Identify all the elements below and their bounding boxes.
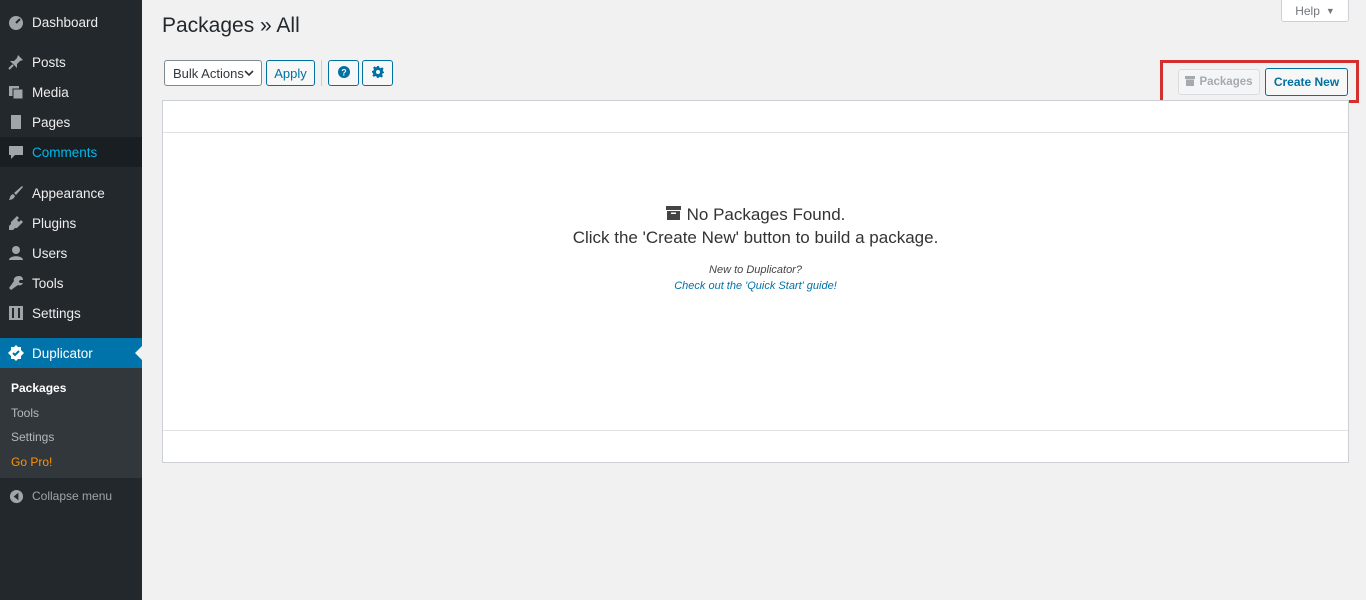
help-button[interactable]: ?: [328, 60, 359, 86]
submenu-item-go-pro[interactable]: Go Pro!: [11, 455, 52, 469]
sidebar-item-label: Plugins: [32, 215, 77, 231]
submenu-item-tools[interactable]: Tools: [11, 406, 39, 420]
empty-state-title: No Packages Found.: [163, 205, 1348, 225]
comment-icon: [0, 144, 32, 160]
sidebar-item-plugins[interactable]: Plugins: [0, 208, 142, 238]
sidebar-item-media[interactable]: Media: [0, 77, 142, 107]
sidebar-item-appearance[interactable]: Appearance: [0, 178, 142, 208]
sidebar-item-posts[interactable]: Posts: [0, 47, 142, 77]
sidebar-item-label: Dashboard: [32, 14, 99, 30]
empty-state-title-text: No Packages Found.: [686, 205, 846, 224]
gear-icon: [371, 65, 384, 81]
collapse-icon: [0, 489, 32, 504]
archive-icon: [665, 205, 681, 225]
user-icon: [0, 245, 32, 261]
help-tab[interactable]: Help ▼: [1281, 0, 1349, 22]
collapse-menu-button[interactable]: Collapse menu: [0, 486, 142, 506]
settings-button[interactable]: [362, 60, 393, 86]
bulk-actions-select[interactable]: Bulk Actions: [164, 60, 262, 86]
apply-label: Apply: [274, 65, 307, 81]
question-icon: ?: [337, 65, 350, 81]
create-new-button[interactable]: Create New: [1265, 68, 1348, 96]
packages-table: No Packages Found. Click the 'Create New…: [162, 100, 1349, 463]
toolbar-divider: [321, 60, 322, 86]
table-footer: [163, 430, 1348, 462]
sidebar-item-label: Settings: [32, 305, 81, 321]
page-icon: [0, 114, 32, 130]
chevron-down-icon: [243, 67, 255, 82]
submenu-item-packages[interactable]: Packages: [11, 381, 66, 395]
table-header: [163, 101, 1348, 133]
duplicator-submenu: Packages Tools Settings Go Pro!: [0, 368, 142, 478]
create-new-label: Create New: [1273, 75, 1340, 89]
brush-icon: [0, 185, 32, 201]
sidebar-item-tools[interactable]: Tools: [0, 268, 142, 298]
sidebar-item-comments[interactable]: Comments: [0, 137, 142, 167]
sidebar-item-label: Media: [32, 84, 69, 100]
admin-sidebar: Dashboard Posts Media Pages Comments App…: [0, 0, 142, 600]
quick-start-link[interactable]: Check out the 'Quick Start' guide!: [163, 280, 1348, 292]
sidebar-item-settings[interactable]: Settings: [0, 298, 142, 328]
apply-button[interactable]: Apply: [266, 60, 315, 86]
dashboard-icon: [0, 14, 32, 30]
duplicator-icon: [0, 345, 32, 361]
sidebar-item-duplicator[interactable]: Duplicator: [0, 338, 142, 368]
plugin-icon: [0, 215, 32, 231]
collapse-menu-label: Collapse menu: [32, 489, 113, 503]
packages-button[interactable]: Packages: [1178, 69, 1260, 95]
caret-down-icon: ▼: [1325, 5, 1335, 16]
sidebar-item-label: Users: [32, 245, 68, 261]
sidebar-item-label: Posts: [32, 54, 66, 70]
new-to-duplicator-text: New to Duplicator?: [709, 264, 802, 276]
submenu-item-settings[interactable]: Settings: [11, 430, 54, 444]
sidebar-item-label: Appearance: [32, 185, 105, 201]
help-label: Help: [1295, 3, 1320, 18]
bulk-actions-value: Bulk Actions: [173, 65, 244, 81]
wrench-icon: [0, 275, 32, 291]
sidebar-item-label: Pages: [32, 114, 71, 130]
packages-button-label: Packages: [1199, 76, 1253, 88]
sidebar-item-users[interactable]: Users: [0, 238, 142, 268]
page-title: Packages » All: [162, 14, 300, 37]
sidebar-item-label: Tools: [32, 275, 64, 291]
svg-text:?: ?: [341, 67, 347, 77]
archive-icon: [1185, 75, 1196, 89]
sidebar-item-label: Comments: [32, 144, 98, 160]
settings-icon: [0, 305, 32, 321]
sidebar-item-pages[interactable]: Pages: [0, 107, 142, 137]
sidebar-item-label: Duplicator: [32, 345, 93, 361]
empty-state-subtitle: Click the 'Create New' button to build a…: [572, 228, 939, 247]
media-icon: [0, 84, 32, 100]
sidebar-item-dashboard[interactable]: Dashboard: [0, 7, 142, 37]
pin-icon: [0, 54, 32, 70]
